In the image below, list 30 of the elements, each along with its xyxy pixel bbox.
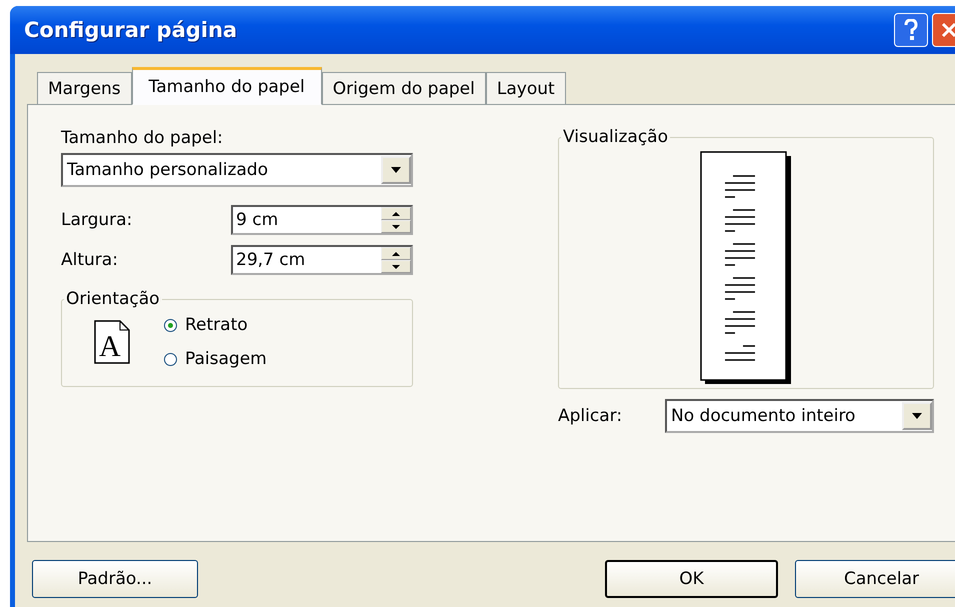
orientation-title: Orientação bbox=[65, 289, 161, 309]
caret-icon bbox=[391, 167, 401, 173]
caret-icon bbox=[912, 413, 922, 419]
preview-title: Visualização bbox=[562, 127, 669, 147]
height-spinbox[interactable]: 29,7 cm bbox=[231, 245, 413, 275]
radio-button[interactable] bbox=[164, 352, 177, 366]
dialog-button[interactable]: OK bbox=[605, 560, 778, 598]
width-spinbox[interactable]: 9 cm bbox=[231, 205, 413, 235]
apply-label: Aplicar: bbox=[558, 405, 624, 427]
up-arrow-icon bbox=[392, 212, 400, 216]
height-label: Altura: bbox=[61, 249, 119, 271]
tab[interactable]: Origem do papel bbox=[322, 72, 486, 104]
tab[interactable]: Margens bbox=[37, 72, 132, 104]
radio-button[interactable] bbox=[164, 318, 177, 332]
paper-size-label: Tamanho do papel: bbox=[61, 127, 224, 149]
help-icon[interactable] bbox=[894, 13, 928, 47]
radio-label: Paisagem bbox=[185, 349, 267, 369]
page-letter: A bbox=[99, 330, 121, 363]
tab[interactable]: Tamanho do papel bbox=[132, 67, 322, 105]
width-label: Largura: bbox=[61, 209, 134, 231]
down-arrow-icon bbox=[392, 224, 400, 228]
dialog-button[interactable]: Padrão... bbox=[32, 560, 198, 598]
dialog-button[interactable]: Cancelar bbox=[795, 560, 955, 598]
apply-dropdown[interactable]: No documento inteiro bbox=[665, 399, 934, 433]
paper-size-dropdown[interactable]: Tamanho personalizado bbox=[61, 153, 413, 187]
tab[interactable]: Layout bbox=[486, 72, 566, 104]
up-arrow-icon bbox=[392, 252, 400, 256]
radio-label: Retrato bbox=[185, 315, 248, 335]
down-arrow-icon bbox=[392, 264, 400, 268]
window-title: Configurar página bbox=[24, 18, 238, 42]
